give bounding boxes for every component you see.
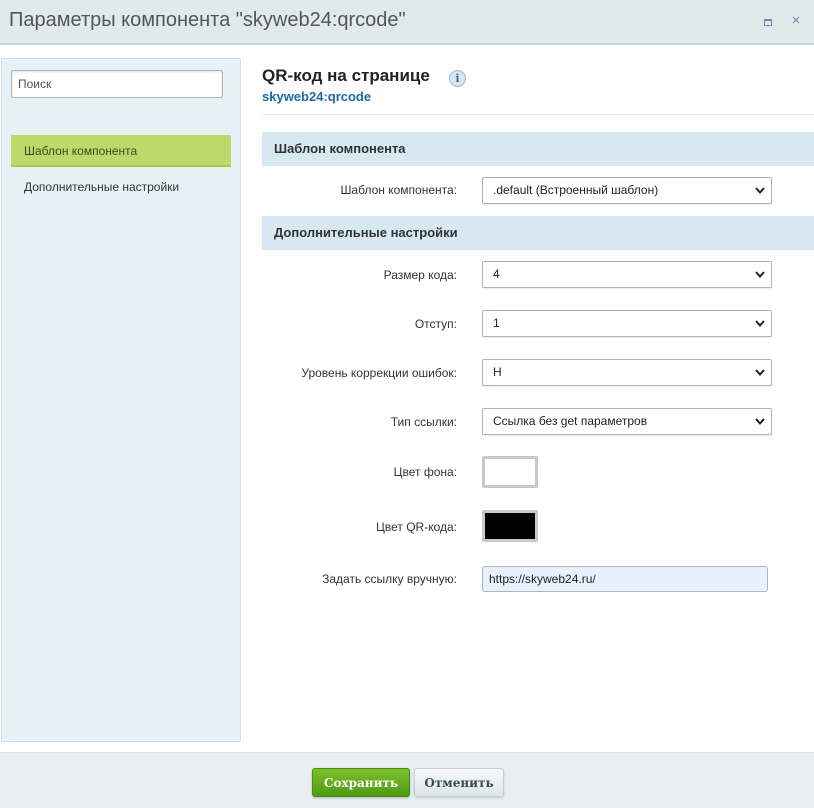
margin-select[interactable]: 1 bbox=[482, 310, 772, 337]
code-size-select[interactable]: 4 bbox=[482, 261, 772, 288]
sidebar-item-additional-settings[interactable]: Дополнительные настройки bbox=[11, 171, 231, 203]
manual-link-input[interactable] bbox=[482, 566, 768, 592]
select-value: Ссылка без get параметров bbox=[493, 414, 648, 428]
sidebar-item-label: Шаблон компонента bbox=[24, 144, 138, 158]
chevron-down-icon bbox=[755, 320, 765, 328]
chevron-down-icon bbox=[755, 187, 765, 195]
section-header-component-template: Шаблон компонента bbox=[262, 132, 814, 166]
background-color-picker[interactable] bbox=[482, 456, 538, 488]
field-label-error-correction: Уровень коррекции ошибок: bbox=[301, 366, 457, 380]
select-value: H bbox=[493, 365, 502, 379]
field-label-background-color: Цвет фона: bbox=[393, 465, 457, 479]
field-label-component-template: Шаблон компонента: bbox=[340, 183, 457, 197]
chevron-down-icon bbox=[755, 271, 765, 279]
component-code: skyweb24:qrcode bbox=[262, 89, 372, 104]
window-title: Параметры компонента "skyweb24:qrcode" bbox=[9, 9, 406, 31]
select-value: .default (Встроенный шаблон) bbox=[493, 183, 659, 197]
header-divider bbox=[262, 114, 814, 115]
page-title: QR-код на странице bbox=[262, 66, 430, 85]
chevron-down-icon bbox=[755, 369, 765, 377]
sidebar-item-component-template[interactable]: Шаблон компонента bbox=[11, 135, 231, 167]
component-params-dialog: Параметры компонента "skyweb24:qrcode" ×… bbox=[0, 0, 814, 808]
link-type-select[interactable]: Ссылка без get параметров bbox=[482, 408, 772, 435]
maximize-icon[interactable] bbox=[760, 13, 776, 29]
dialog-footer: Сохранить Отменить bbox=[0, 752, 814, 808]
component-template-select[interactable]: .default (Встроенный шаблон) bbox=[482, 177, 772, 204]
chevron-down-icon bbox=[755, 418, 765, 426]
field-label-margin: Отступ: bbox=[414, 317, 457, 331]
search-input[interactable] bbox=[11, 70, 223, 98]
section-header-additional-settings: Дополнительные настройки bbox=[262, 216, 814, 250]
qr-color-picker[interactable] bbox=[482, 510, 538, 542]
select-value: 4 bbox=[493, 267, 500, 281]
title-bar[interactable]: Параметры компонента "skyweb24:qrcode" × bbox=[0, 0, 814, 45]
sidebar: Шаблон компонента Дополнительные настрой… bbox=[1, 58, 241, 742]
close-icon[interactable]: × bbox=[788, 13, 804, 29]
field-label-link-type: Тип ссылки: bbox=[390, 415, 457, 429]
save-button[interactable]: Сохранить bbox=[312, 768, 410, 797]
select-value: 1 bbox=[493, 316, 500, 330]
cancel-button[interactable]: Отменить bbox=[414, 768, 504, 797]
error-correction-select[interactable]: H bbox=[482, 359, 772, 386]
field-label-manual-link: Задать ссылку вручную: bbox=[322, 572, 457, 586]
sidebar-item-label: Дополнительные настройки bbox=[24, 180, 180, 194]
field-label-qr-color: Цвет QR-кода: bbox=[375, 520, 457, 534]
field-label-code-size: Размер кода: bbox=[383, 268, 457, 282]
info-icon[interactable]: i bbox=[449, 70, 466, 87]
